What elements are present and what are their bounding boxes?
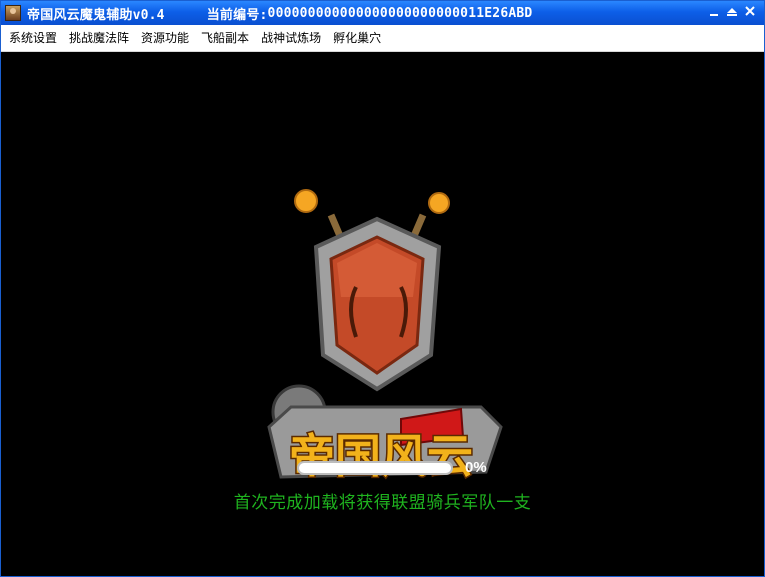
close-button[interactable] [742,4,758,20]
loading-hint: 首次完成加载将获得联盟骑兵军队一支 [233,493,532,513]
minimize-icon [710,14,718,16]
menu-resources[interactable]: 资源功能 [135,28,195,48]
minimize-button[interactable] [706,4,722,20]
progress-percent: 0% [465,459,487,476]
app-window: 帝国风云魔鬼辅助v0.4 当前编号: 000000000000000000000… [0,0,765,577]
title-bar[interactable]: 帝国风云魔鬼辅助v0.4 当前编号: 000000000000000000000… [1,1,764,25]
menu-magic-array[interactable]: 挑战魔法阵 [63,28,135,48]
menu-war-god-trial[interactable]: 战神试炼场 [255,28,327,48]
window-controls [706,4,758,20]
menu-airship-dungeon[interactable]: 飞船副本 [195,28,255,48]
menu-hatching-nest[interactable]: 孵化巢穴 [327,28,387,48]
game-content-area[interactable]: 帝国风云 0% 首次完成加载将获得联盟骑兵军队一支 [1,52,764,576]
serial-label: 当前编号: [206,7,268,23]
maximize-icon [727,8,737,16]
window-title: 帝国风云魔鬼辅助v0.4 [27,7,165,23]
menu-system-settings[interactable]: 系统设置 [3,28,63,48]
maximize-button[interactable] [724,4,740,20]
loading-progress: 0% [297,459,487,476]
app-icon [5,5,21,21]
serial-value: 000000000000000000000000011E26ABD [267,5,533,21]
close-icon [745,6,755,16]
progress-bar [297,460,453,475]
menu-bar: 系统设置 挑战魔法阵 资源功能 飞船副本 战神试炼场 孵化巢穴 [1,25,764,52]
